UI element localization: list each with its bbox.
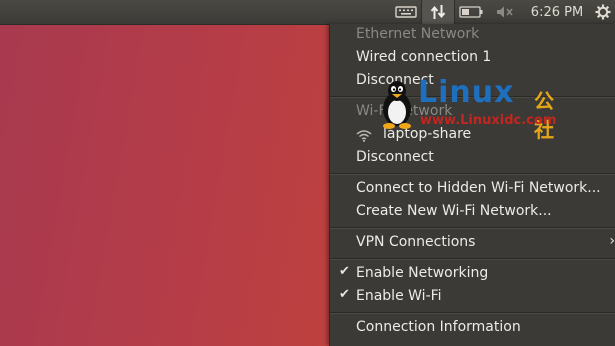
vpn-label: VPN Connections bbox=[356, 234, 476, 250]
menu-item-vpn-connections[interactable]: VPN Connections › bbox=[330, 232, 615, 255]
volume-mute-icon bbox=[497, 6, 513, 18]
menu-item-wifi-network[interactable]: laptop-share bbox=[330, 124, 615, 147]
enable-wifi-label: Enable Wi-Fi bbox=[356, 288, 442, 304]
menu-item-enable-wifi[interactable]: ✔ Enable Wi-Fi bbox=[330, 286, 615, 309]
menu-item-create-new[interactable]: Create New Wi-Fi Network... bbox=[330, 201, 615, 224]
menu-item-connection-information[interactable]: Connection Information bbox=[330, 317, 615, 340]
connection-info-label: Connection Information bbox=[356, 319, 521, 335]
clock-indicator[interactable]: 6:26 PM bbox=[526, 0, 588, 24]
separator bbox=[330, 173, 615, 175]
wifi-network-label: laptop-share bbox=[383, 126, 472, 142]
menu-item-ethernet-disconnect[interactable]: Disconnect bbox=[330, 70, 615, 93]
checkmark-icon: ✔ bbox=[339, 264, 350, 279]
keyboard-indicator[interactable] bbox=[392, 0, 420, 24]
separator bbox=[330, 258, 615, 260]
network-indicator[interactable] bbox=[421, 0, 455, 24]
sound-indicator[interactable] bbox=[491, 0, 519, 24]
ethernet-disconnect-label: Disconnect bbox=[356, 72, 434, 88]
separator bbox=[330, 312, 615, 314]
session-indicator[interactable] bbox=[591, 0, 615, 24]
separator bbox=[330, 96, 615, 98]
ethernet-header: Ethernet Network bbox=[330, 24, 615, 47]
menu-item-connect-hidden[interactable]: Connect to Hidden Wi-Fi Network... bbox=[330, 178, 615, 201]
wifi-signal-icon bbox=[356, 130, 372, 142]
checkmark-icon: ✔ bbox=[339, 287, 350, 302]
menu-item-enable-networking[interactable]: ✔ Enable Networking bbox=[330, 263, 615, 286]
gear-icon bbox=[595, 4, 611, 20]
wifi-header-label: Wi-Fi Network bbox=[356, 103, 453, 119]
wifi-header: Wi-Fi Network bbox=[330, 101, 615, 124]
chevron-right-icon: › bbox=[609, 233, 615, 249]
separator bbox=[330, 227, 615, 229]
enable-networking-label: Enable Networking bbox=[356, 265, 489, 281]
create-new-label: Create New Wi-Fi Network... bbox=[356, 203, 552, 219]
keyboard-icon bbox=[395, 6, 417, 18]
battery-indicator[interactable] bbox=[455, 0, 487, 24]
menu-item-wifi-disconnect[interactable]: Disconnect bbox=[330, 147, 615, 170]
ethernet-header-label: Ethernet Network bbox=[356, 26, 480, 42]
menu-item-wired-connection[interactable]: Wired connection 1 bbox=[330, 47, 615, 70]
clock: 6:26 PM bbox=[530, 4, 584, 20]
wifi-disconnect-label: Disconnect bbox=[356, 149, 434, 165]
network-menu: Ethernet Network Wired connection 1 Disc… bbox=[329, 24, 615, 346]
battery-icon bbox=[459, 6, 483, 18]
wired-connection-label: Wired connection 1 bbox=[356, 49, 492, 65]
top-panel: 6:26 PM bbox=[0, 0, 615, 25]
network-icon bbox=[430, 5, 446, 19]
connect-hidden-label: Connect to Hidden Wi-Fi Network... bbox=[356, 180, 601, 196]
